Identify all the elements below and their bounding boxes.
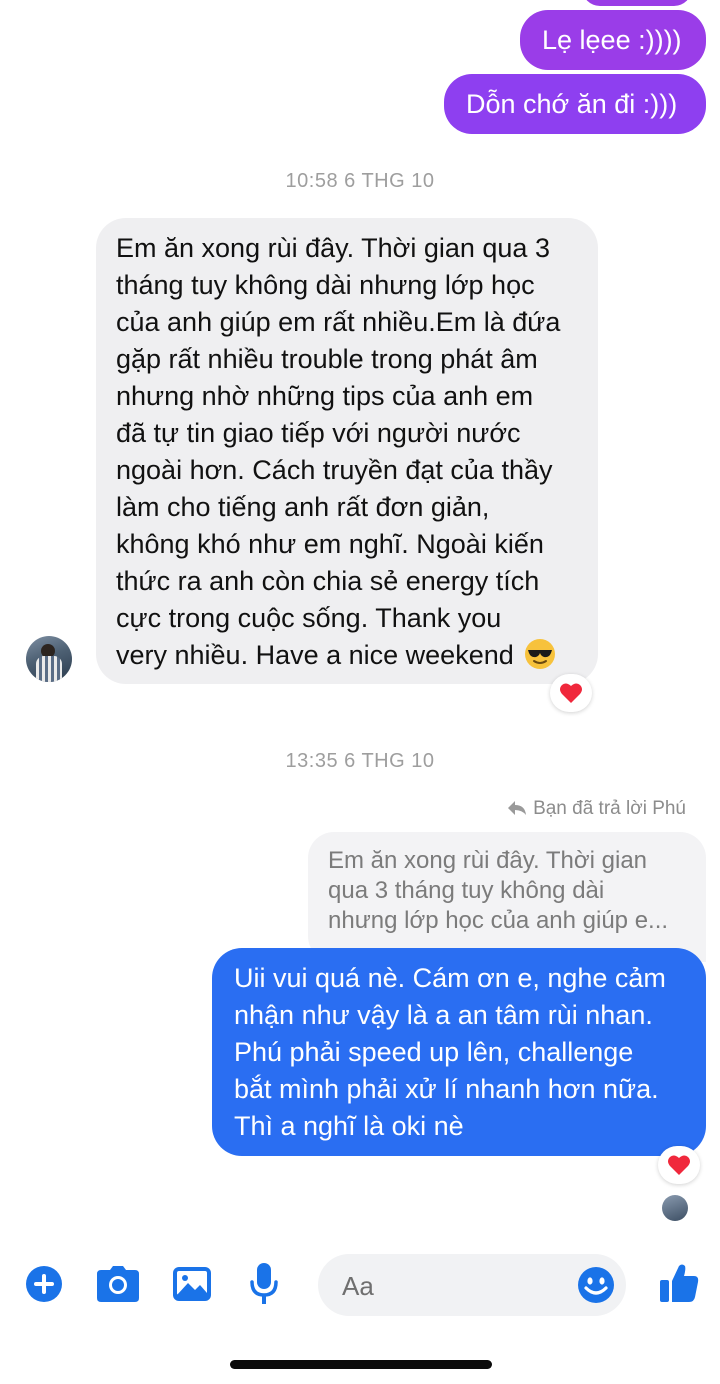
microphone-icon (250, 1263, 278, 1304)
plus-icon (26, 1266, 62, 1302)
message-input[interactable] (340, 1264, 574, 1308)
voice-button[interactable] (242, 1258, 286, 1310)
heart-reaction[interactable] (658, 1146, 700, 1184)
gallery-button[interactable] (168, 1260, 216, 1308)
image-icon (173, 1267, 211, 1301)
message-line: gặp rất nhiều trouble trong phát âm (116, 344, 538, 374)
home-indicator (230, 1360, 492, 1369)
message-line: Uii vui quá nè. Cám ơn e, nghe cảm (234, 963, 666, 993)
outgoing-reply-message[interactable]: Uii vui quá nè. Cám ơn e, nghe cảm nhận … (212, 948, 706, 1156)
sunglasses-emoji-icon (524, 638, 556, 680)
quoted-line: nhưng lớp học của anh giúp e... (328, 907, 669, 934)
like-button[interactable] (654, 1258, 704, 1308)
message-line: ngoài hơn. Cách truyền đạt của thầy (116, 455, 553, 485)
message-line: của anh giúp em rất nhiều.Em là đứa (116, 307, 561, 337)
message-line: bắt mình phải xử lí nhanh hơn nữa. (234, 1074, 659, 1104)
reply-indicator: Bạn đã trả lời Phú (507, 798, 686, 820)
message-line: Thì a nghĩ là oki nè (234, 1111, 464, 1141)
message-line: tháng tuy không dài nhưng lớp học (116, 270, 535, 300)
message-line: Em ăn xong rùi đây. Thời gian qua 3 (116, 233, 550, 263)
thumbs-up-icon (660, 1264, 699, 1302)
heart-icon (668, 1155, 690, 1175)
message-composer[interactable] (318, 1254, 626, 1316)
seen-avatar (662, 1195, 688, 1221)
message-line: nhưng nhờ những tips của anh em (116, 381, 534, 411)
heart-reaction[interactable] (550, 674, 592, 712)
emoji-button[interactable] (574, 1263, 618, 1307)
message-line: cực trong cuộc sống. Thank you (116, 603, 502, 633)
message-line: không khó như em nghĩ. Ngoài kiến (116, 529, 544, 559)
reply-label-text: Bạn đã trả lời Phú (533, 798, 686, 819)
plus-button[interactable] (22, 1262, 66, 1306)
message-line-last: very nhiều. Have a nice weekend (116, 637, 580, 674)
quoted-line: Em ăn xong rùi đây. Thời gian (328, 847, 648, 874)
quoted-message-preview[interactable]: Em ăn xong rùi đây. Thời gian qua 3 thán… (308, 832, 706, 962)
heart-icon (560, 683, 582, 703)
message-line: làm cho tiếng anh rất đơn giản, (116, 492, 490, 522)
message-line: đã tự tin giao tiếp với người nước (116, 418, 521, 448)
reply-arrow-icon (508, 801, 527, 815)
previous-message-bubble[interactable] (582, 0, 692, 6)
message-text: Lẹ lẹee :)))) (542, 25, 682, 55)
message-line: Phú phải speed up lên, challenge (234, 1037, 634, 1067)
timestamp: 13:35 6 THG 10 (285, 750, 435, 772)
outgoing-message[interactable]: Dỗn chớ ăn đi :))) (444, 74, 706, 134)
timestamp: 10:58 6 THG 10 (285, 170, 435, 192)
message-line-text: very nhiều. Have a nice weekend (116, 640, 514, 670)
message-line: thức ra anh còn chia sẻ energy tích (116, 566, 540, 596)
incoming-message[interactable]: Em ăn xong rùi đây. Thời gian qua 3 thán… (96, 218, 598, 684)
quoted-line: qua 3 tháng tuy không dài (328, 877, 605, 904)
sender-avatar[interactable] (26, 636, 72, 682)
message-line: nhận như vậy là a an tâm rùi nhan. (234, 1000, 653, 1030)
outgoing-message[interactable]: Lẹ lẹee :)))) (520, 10, 706, 70)
emoji-icon (578, 1267, 614, 1303)
camera-icon (97, 1266, 139, 1302)
message-text: Dỗn chớ ăn đi :))) (466, 89, 678, 119)
camera-button[interactable] (94, 1260, 142, 1308)
